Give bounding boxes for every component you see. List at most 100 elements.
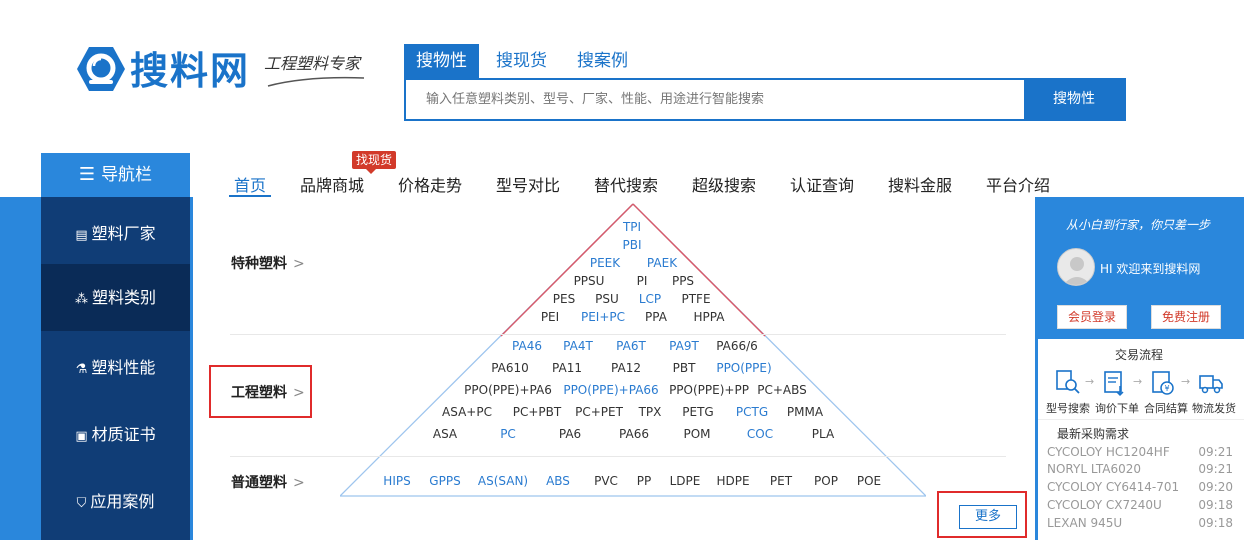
material-link[interactable]: HIPS	[383, 474, 410, 488]
search-tab-stock[interactable]: 搜现货	[496, 44, 547, 78]
chevron-right-icon: >	[293, 475, 305, 491]
material-link[interactable]: PBT	[673, 361, 696, 375]
material-link[interactable]: AS(SAN)	[478, 474, 528, 488]
material-link[interactable]: PA610	[491, 361, 529, 375]
material-link[interactable]: PEEK	[590, 256, 620, 270]
material-link[interactable]: HPPA	[694, 310, 725, 324]
material-link[interactable]: COC	[747, 427, 773, 441]
nav-about[interactable]: 平台介绍	[986, 172, 1050, 196]
shield-icon: ⛉	[76, 496, 87, 511]
material-link[interactable]: PVC	[594, 474, 618, 488]
material-link[interactable]: PP	[637, 474, 651, 488]
material-link[interactable]: PET	[770, 474, 792, 488]
search-input[interactable]	[406, 80, 1026, 119]
nav-super-search[interactable]: 超级搜索	[692, 172, 756, 196]
category-special[interactable]: 特种塑料 >	[231, 253, 305, 273]
nav-home[interactable]: 首页	[234, 172, 266, 196]
material-link[interactable]: GPPS	[429, 474, 460, 488]
material-link[interactable]: HDPE	[716, 474, 749, 488]
material-link[interactable]: PETG	[682, 405, 713, 419]
material-link[interactable]: PA66	[619, 427, 649, 441]
sidebar-item-cases[interactable]: ⛉ 应用案例	[41, 468, 190, 535]
material-link[interactable]: POE	[857, 474, 881, 488]
material-link[interactable]: PLA	[812, 427, 834, 441]
purchase-need-item[interactable]: CYCOLOY HC1204HF 09:21	[1047, 445, 1233, 459]
sidebar-item-label: 材质证书	[91, 425, 156, 444]
material-link[interactable]: PI	[637, 274, 648, 288]
category-general[interactable]: 普通塑料 >	[231, 472, 305, 492]
purchase-need-item[interactable]: CYCOLOY CY6414-701 09:20	[1047, 480, 1233, 494]
material-link[interactable]: PA12	[611, 361, 641, 375]
material-link[interactable]: POM	[683, 427, 710, 441]
material-link[interactable]: PEI	[541, 310, 559, 324]
material-link[interactable]: PPO(PPE)+PA6	[464, 383, 552, 397]
flow-step-label: 物流发货	[1192, 402, 1236, 415]
material-link[interactable]: PAEK	[647, 256, 677, 270]
material-link[interactable]: PC+PET	[575, 405, 623, 419]
sidebar-item-categories[interactable]: ⁂ 塑料类别	[41, 264, 190, 331]
material-link[interactable]: PTFE	[681, 292, 710, 306]
need-time: 09:20	[1198, 480, 1233, 494]
material-link[interactable]: PMMA	[787, 405, 823, 419]
material-link[interactable]: PA4T	[563, 339, 593, 353]
material-link[interactable]: PPO(PPE)+PA66	[563, 383, 658, 397]
material-link[interactable]: TPX	[639, 405, 662, 419]
material-link[interactable]: PA6	[559, 427, 581, 441]
purchase-need-item[interactable]: NORYL LTA6020 09:21	[1047, 462, 1233, 476]
purchase-need-item[interactable]: LEXAN 945U 09:18	[1047, 516, 1233, 530]
material-link[interactable]: ASA+PC	[442, 405, 492, 419]
sidebar-item-label: 应用案例	[90, 492, 155, 511]
search-tab-property[interactable]: 搜物性	[404, 44, 479, 78]
material-link[interactable]: PPO(PPE)	[716, 361, 771, 375]
material-link[interactable]: PC+ABS	[757, 383, 807, 397]
need-name: NORYL LTA6020	[1047, 462, 1142, 476]
material-link[interactable]: PEI+PC	[581, 310, 625, 324]
trade-flow-title: 交易流程	[1115, 348, 1164, 362]
material-link[interactable]: PC+PBT	[513, 405, 561, 419]
nav-price-trend[interactable]: 价格走势	[398, 172, 462, 196]
sidebar-item-manufacturers[interactable]: ▤ 塑料厂家	[41, 200, 190, 267]
material-link[interactable]: ABS	[546, 474, 570, 488]
material-link[interactable]: PSU	[595, 292, 619, 306]
flow-step-label: 合同结算	[1144, 402, 1188, 415]
need-name: CYCOLOY CY6414-701	[1047, 480, 1180, 494]
nav-menu-toggle[interactable]: ☰ 导航栏	[41, 153, 190, 197]
material-link[interactable]: PA46	[512, 339, 542, 353]
material-link[interactable]: PA66/6	[716, 339, 758, 353]
material-link[interactable]: LCP	[639, 292, 661, 306]
material-link[interactable]: PPS	[672, 274, 694, 288]
more-button[interactable]: 更多	[959, 505, 1017, 529]
highlight-engineering	[209, 365, 312, 418]
login-button[interactable]: 会员登录	[1057, 305, 1127, 329]
sidebar-item-certificates[interactable]: ▣ 材质证书	[41, 401, 190, 468]
material-link[interactable]: TPI	[623, 220, 641, 234]
nav-badge-find-stock[interactable]: 找现货	[352, 151, 396, 174]
nav-model-compare[interactable]: 型号对比	[496, 172, 560, 196]
nav-substitute-search[interactable]: 替代搜索	[594, 172, 658, 196]
material-link[interactable]: LDPE	[670, 474, 701, 488]
material-link[interactable]: PA6T	[616, 339, 646, 353]
material-link[interactable]: PPA	[645, 310, 667, 324]
material-link[interactable]: PCTG	[736, 405, 768, 419]
purchase-need-item[interactable]: CYCOLOY CX7240U 09:18	[1047, 498, 1233, 512]
logo-text[interactable]: 搜料网	[130, 40, 250, 95]
material-link[interactable]: PA9T	[669, 339, 699, 353]
material-link[interactable]: POP	[814, 474, 838, 488]
material-link[interactable]: PC	[500, 427, 516, 441]
search-button[interactable]: 搜物性	[1024, 80, 1124, 119]
register-button[interactable]: 免费注册	[1151, 305, 1221, 329]
material-link[interactable]: PPSU	[574, 274, 605, 288]
category-divider	[230, 334, 1006, 335]
material-link[interactable]: PES	[553, 292, 575, 306]
material-link[interactable]: PPO(PPE)+PP	[669, 383, 749, 397]
search-tab-case[interactable]: 搜案例	[577, 44, 628, 78]
nav-cert-query[interactable]: 认证查询	[790, 172, 854, 196]
inquiry-order-icon	[1104, 371, 1124, 397]
material-link[interactable]: ASA	[433, 427, 457, 441]
nav-brand-mall[interactable]: 品牌商城	[300, 172, 364, 196]
material-link[interactable]: PA11	[552, 361, 582, 375]
sidebar-item-properties[interactable]: ⚗ 塑料性能	[41, 334, 190, 401]
flow-arrow-icon: →	[1133, 375, 1143, 388]
material-link[interactable]: PBI	[622, 238, 641, 252]
nav-finance[interactable]: 搜料金服	[888, 172, 952, 196]
